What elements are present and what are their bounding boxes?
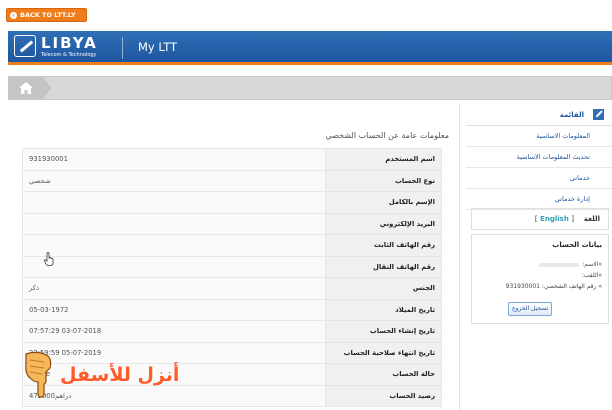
arrow-left-icon: ‹ <box>10 11 17 19</box>
cursor-hand-icon <box>44 252 54 266</box>
account-summary-box: بيانات الحساب »الاسم: »اللقب: » رقم الها… <box>471 234 609 324</box>
info-row-label: نوع الحساب <box>325 169 442 192</box>
back-to-site-button[interactable]: ‹ BACK TO LTT.LY <box>6 8 87 22</box>
info-row: تاريخ إنشاء الحساب 07:57:29 03-07-2018 <box>22 320 442 343</box>
language-box: [ English ] اللغة <box>471 208 609 230</box>
info-row: الجنس ذكر <box>22 277 442 300</box>
info-row-label: الإسم بالكامل <box>325 191 442 214</box>
info-row-value: 23:59:59 05-07-2019 <box>22 341 326 364</box>
sidebar-item-basic-info[interactable]: المعلومات الاساسية <box>466 126 612 147</box>
info-row-label: رقم الهاتف النقال <box>325 255 442 278</box>
page-title: My LTT <box>138 40 178 54</box>
section-title: معلومات عامة عن الحساب الشخصي <box>325 131 450 140</box>
language-switch-link[interactable]: [ English ] <box>535 215 574 223</box>
account-title-label: »اللقب: <box>581 272 602 279</box>
info-row-label: رقم الهاتف الثابت <box>325 234 442 257</box>
logo-text: LIBYA <box>41 34 98 52</box>
info-row-label: الجنس <box>325 277 442 300</box>
top-bar: ‹ BACK TO LTT.LY <box>0 0 612 28</box>
info-row-label: تاريخ إنشاء الحساب <box>325 320 442 343</box>
info-row-value <box>22 255 326 278</box>
language-label: اللغة <box>583 215 600 223</box>
info-row: رقم الهاتف النقال <box>22 255 442 278</box>
info-row-value: 931930001 <box>22 148 326 171</box>
account-name-line: »الاسم: <box>539 261 602 268</box>
info-row-label: رصيد الحساب <box>325 384 442 407</box>
info-row-value <box>22 234 326 257</box>
menu-header: القائمة <box>466 104 612 126</box>
info-row-label: اسم المستخدم <box>325 148 442 171</box>
info-row: نوع الحساب شخصي <box>22 169 442 192</box>
home-icon <box>19 82 33 94</box>
info-row-value: 05-03-1972 <box>22 298 326 321</box>
info-row: تاريخ انتهاء صلاحية الحساب 23:59:59 05-07… <box>22 341 442 364</box>
menu-icon <box>593 109 604 120</box>
pointing-hand-icon <box>25 351 52 398</box>
info-row: اسم المستخدم 931930001 <box>22 148 442 171</box>
info-row: رصيد الحساب475000دراهم <box>22 384 442 407</box>
logo-subtitle: Telecom & Technology <box>41 52 97 58</box>
info-row: رقم الهاتف الثابت <box>22 234 442 257</box>
sidebar-item-my-services[interactable]: خدماتي <box>466 168 612 189</box>
info-row: البريد الإلكتروني <box>22 212 442 235</box>
info-row-value: شخصي <box>22 169 326 192</box>
info-row-value <box>22 212 326 235</box>
menu-title: القائمة <box>559 111 584 119</box>
breadcrumb-home[interactable] <box>9 77 51 99</box>
account-phone-line: » رقم الهاتف الشخصي: 931930001 <box>506 283 602 290</box>
sidebar: القائمة المعلومات الاساسية تحديث المعلوم… <box>466 104 612 410</box>
breadcrumb <box>8 76 612 100</box>
scroll-down-caption: أنزل للأسفل <box>60 364 180 386</box>
info-row-label: تاريخ انتهاء صلاحية الحساب <box>325 341 442 364</box>
logo-mark-icon <box>14 35 36 57</box>
back-button-label: BACK TO LTT.LY <box>20 11 76 19</box>
language-link-label: English <box>540 215 569 223</box>
info-row: الإسم بالكامل <box>22 191 442 214</box>
account-title-line: »اللقب: <box>582 272 602 279</box>
sidebar-item-update-info[interactable]: تحديث المعلومات الاساسية <box>466 147 612 168</box>
info-row-value <box>22 191 326 214</box>
account-name-label: »الاسم: <box>582 261 602 268</box>
site-header: LIBYA Telecom & Technology My LTT <box>8 31 612 65</box>
info-row-value: 07:57:29 03-07-2018 <box>22 320 326 343</box>
redacted-value <box>539 262 580 267</box>
header-divider <box>122 37 123 59</box>
info-row-value: ذكر <box>22 277 326 300</box>
account-phone-value: 931930001 <box>505 283 540 290</box>
logout-button[interactable]: تسجيل الخروج <box>508 302 552 316</box>
info-row-label: تاريخ الميلاد <box>325 298 442 321</box>
info-row-value: 475000دراهم <box>22 384 326 407</box>
info-row-label: البريد الإلكتروني <box>325 212 442 235</box>
info-row-label: حالة الحساب <box>325 363 442 386</box>
info-row: تاريخ الميلاد 05-03-1972 <box>22 298 442 321</box>
sidebar-item-manage-services[interactable]: إدارة خدماتي <box>466 189 612 210</box>
account-phone-label: » رقم الهاتف الشخصي: <box>541 283 602 290</box>
libya-telecom-logo[interactable]: LIBYA Telecom & Technology <box>14 34 114 61</box>
account-summary-title: بيانات الحساب <box>552 241 602 249</box>
